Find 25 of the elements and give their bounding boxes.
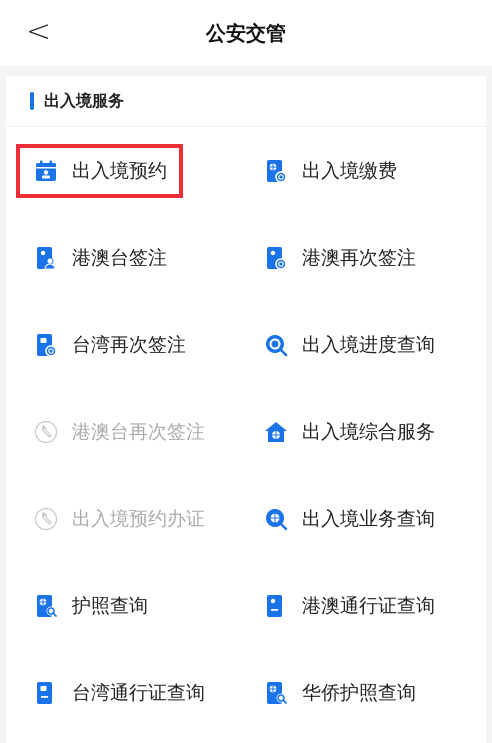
- service-item[interactable]: 港澳台签注: [16, 230, 183, 284]
- accent-bar: [30, 92, 34, 110]
- page-title: 公安交管: [206, 20, 286, 46]
- service-item[interactable]: 出入境综合服务: [246, 404, 451, 458]
- passport-icon: [264, 680, 288, 704]
- back-button[interactable]: <: [18, 10, 60, 53]
- house-icon: [264, 420, 288, 444]
- section-title: 出入境服务: [44, 90, 124, 112]
- service-item[interactable]: 港澳再次签注: [246, 230, 432, 284]
- service-item[interactable]: 华侨护照查询: [246, 666, 432, 720]
- service-item[interactable]: 出入境预约: [16, 144, 183, 198]
- passport-icon: [34, 594, 58, 618]
- service-item[interactable]: 港澳通行证查询: [246, 578, 451, 632]
- calendar-icon: [34, 158, 58, 182]
- service-item[interactable]: 出入境业务查询: [246, 492, 451, 546]
- search-icon: [264, 506, 288, 530]
- service-item[interactable]: 出入境缴费: [246, 144, 413, 198]
- passport-icon: [264, 158, 288, 182]
- service-item[interactable]: 出入境进度查询: [246, 318, 451, 372]
- service-item[interactable]: 护照查询: [16, 578, 164, 632]
- permit-icon: [264, 246, 288, 270]
- document-icon: [34, 332, 58, 356]
- service-item[interactable]: 台湾通行证查询: [16, 666, 221, 720]
- service-item[interactable]: 台湾再次签注: [16, 318, 202, 372]
- search-icon: [264, 332, 288, 356]
